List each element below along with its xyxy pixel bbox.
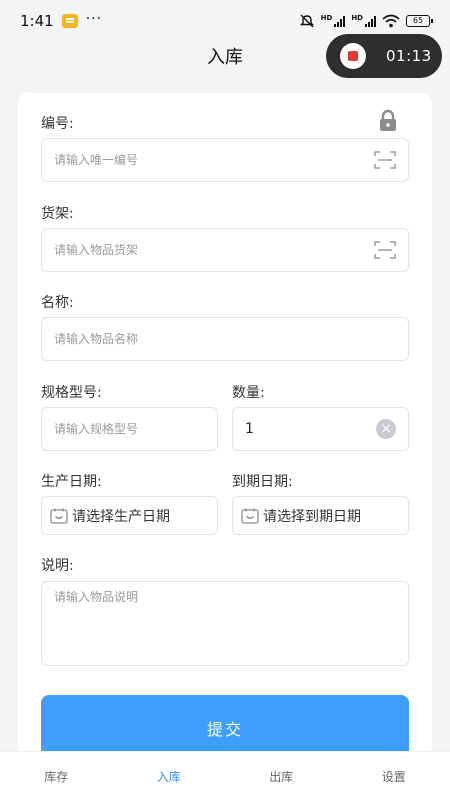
calendar-icon	[50, 508, 68, 524]
code-field[interactable]	[41, 138, 409, 182]
lock-icon[interactable]	[376, 109, 400, 133]
production-date-label: 生产日期:	[41, 474, 102, 490]
signal-2-icon	[365, 15, 376, 27]
signal-1-label: HD	[320, 14, 333, 22]
expiry-date-picker[interactable]: 请选择到期日期	[232, 496, 409, 535]
bottom-nav: 库存 入库 出库 设置	[0, 752, 450, 800]
spec-field[interactable]	[41, 407, 218, 451]
name-field[interactable]	[41, 317, 409, 361]
description-textarea[interactable]	[54, 582, 396, 665]
shelf-input[interactable]	[54, 243, 374, 257]
nav-item-inventory[interactable]: 库存	[16, 768, 96, 785]
scan-icon[interactable]	[374, 240, 396, 260]
name-label: 名称:	[41, 295, 74, 311]
status-right: HD HD 65	[299, 14, 433, 28]
page-title: 入库	[207, 47, 243, 68]
code-label: 编号:	[41, 116, 74, 132]
mute-icon	[299, 14, 314, 28]
recording-timer: 01:13	[386, 47, 432, 65]
battery-icon: 65	[406, 15, 433, 27]
message-notification-icon	[61, 14, 78, 28]
expiry-date-text: 请选择到期日期	[263, 508, 361, 525]
nav-item-settings[interactable]: 设置	[354, 768, 434, 785]
description-label: 说明:	[41, 558, 74, 574]
quantity-label: 数量:	[232, 385, 265, 401]
signal-2-label: HD	[351, 14, 363, 22]
quantity-input[interactable]	[245, 421, 376, 437]
stock-in-form-card: 编号: 货架: 名称: 规格型号: 数量: × 生产日期:	[18, 93, 432, 773]
calendar-icon	[241, 508, 259, 524]
wifi-icon	[382, 14, 400, 28]
nav-item-stock-out[interactable]: 出库	[241, 768, 321, 785]
spec-label: 规格型号:	[41, 385, 102, 401]
more-notifications-indicator: ···	[85, 11, 103, 27]
status-left: 1:41 ···	[20, 11, 103, 30]
shelf-field[interactable]	[41, 228, 409, 272]
name-input[interactable]	[54, 332, 396, 346]
stop-recording-button[interactable]	[340, 43, 366, 69]
expiry-date-label: 到期日期:	[232, 474, 293, 490]
description-field[interactable]	[41, 581, 409, 666]
code-input[interactable]	[54, 153, 374, 167]
quantity-field[interactable]: ×	[232, 407, 409, 451]
production-date-text: 请选择生产日期	[72, 508, 170, 525]
signal-1-icon	[334, 15, 346, 27]
production-date-picker[interactable]: 请选择生产日期	[41, 496, 218, 535]
nav-item-stock-in[interactable]: 入库	[129, 768, 209, 785]
screen-recorder-widget[interactable]: 01:13	[326, 34, 442, 78]
scan-icon[interactable]	[374, 150, 396, 170]
clear-icon[interactable]: ×	[376, 419, 396, 439]
spec-input[interactable]	[54, 422, 205, 436]
stop-icon	[348, 51, 358, 61]
shelf-label: 货架:	[41, 206, 74, 222]
status-time: 1:41	[20, 12, 54, 30]
